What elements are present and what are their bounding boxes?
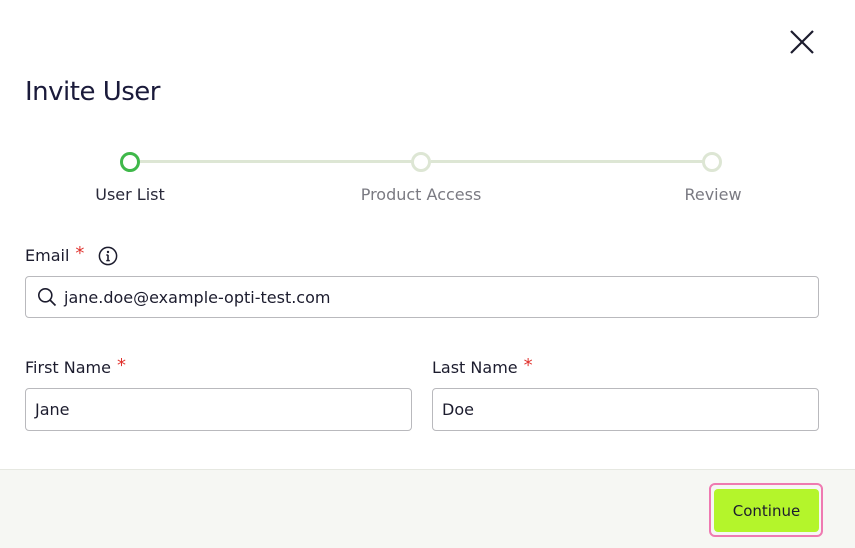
email-label: Email * <box>25 243 118 266</box>
email-value: jane.doe@example-opti-test.com <box>64 287 331 307</box>
step-indicator-product-access <box>411 152 431 172</box>
step-label-review: Review <box>684 185 742 204</box>
continue-button[interactable]: Continue <box>714 489 819 532</box>
last-name-field[interactable]: Doe <box>432 388 819 431</box>
step-indicator-user-list <box>120 152 140 172</box>
step-connector <box>431 160 705 163</box>
dialog-title: Invite User <box>25 77 160 107</box>
search-icon <box>38 288 57 307</box>
last-name-label-text: Last Name <box>432 358 518 377</box>
last-name-value: Doe <box>442 400 474 419</box>
first-name-field[interactable]: Jane <box>25 388 412 431</box>
required-marker: * <box>116 355 126 376</box>
required-marker: * <box>75 243 85 264</box>
info-icon[interactable] <box>98 246 118 266</box>
step-connector <box>140 160 414 163</box>
invite-user-dialog: Invite User User List Product Access Rev… <box>0 0 855 548</box>
first-name-label-text: First Name <box>25 358 111 377</box>
email-field[interactable]: jane.doe@example-opti-test.com <box>25 276 819 318</box>
required-marker: * <box>523 355 533 376</box>
first-name-label: First Name * <box>25 355 126 378</box>
close-icon[interactable] <box>786 26 818 58</box>
first-name-value: Jane <box>35 400 70 419</box>
step-indicator-review <box>702 152 722 172</box>
progress-stepper: User List Product Access Review <box>0 148 855 208</box>
step-label-user-list: User List <box>95 185 165 204</box>
last-name-label: Last Name * <box>432 355 533 378</box>
step-label-product-access: Product Access <box>360 185 482 204</box>
email-label-text: Email <box>25 246 70 265</box>
